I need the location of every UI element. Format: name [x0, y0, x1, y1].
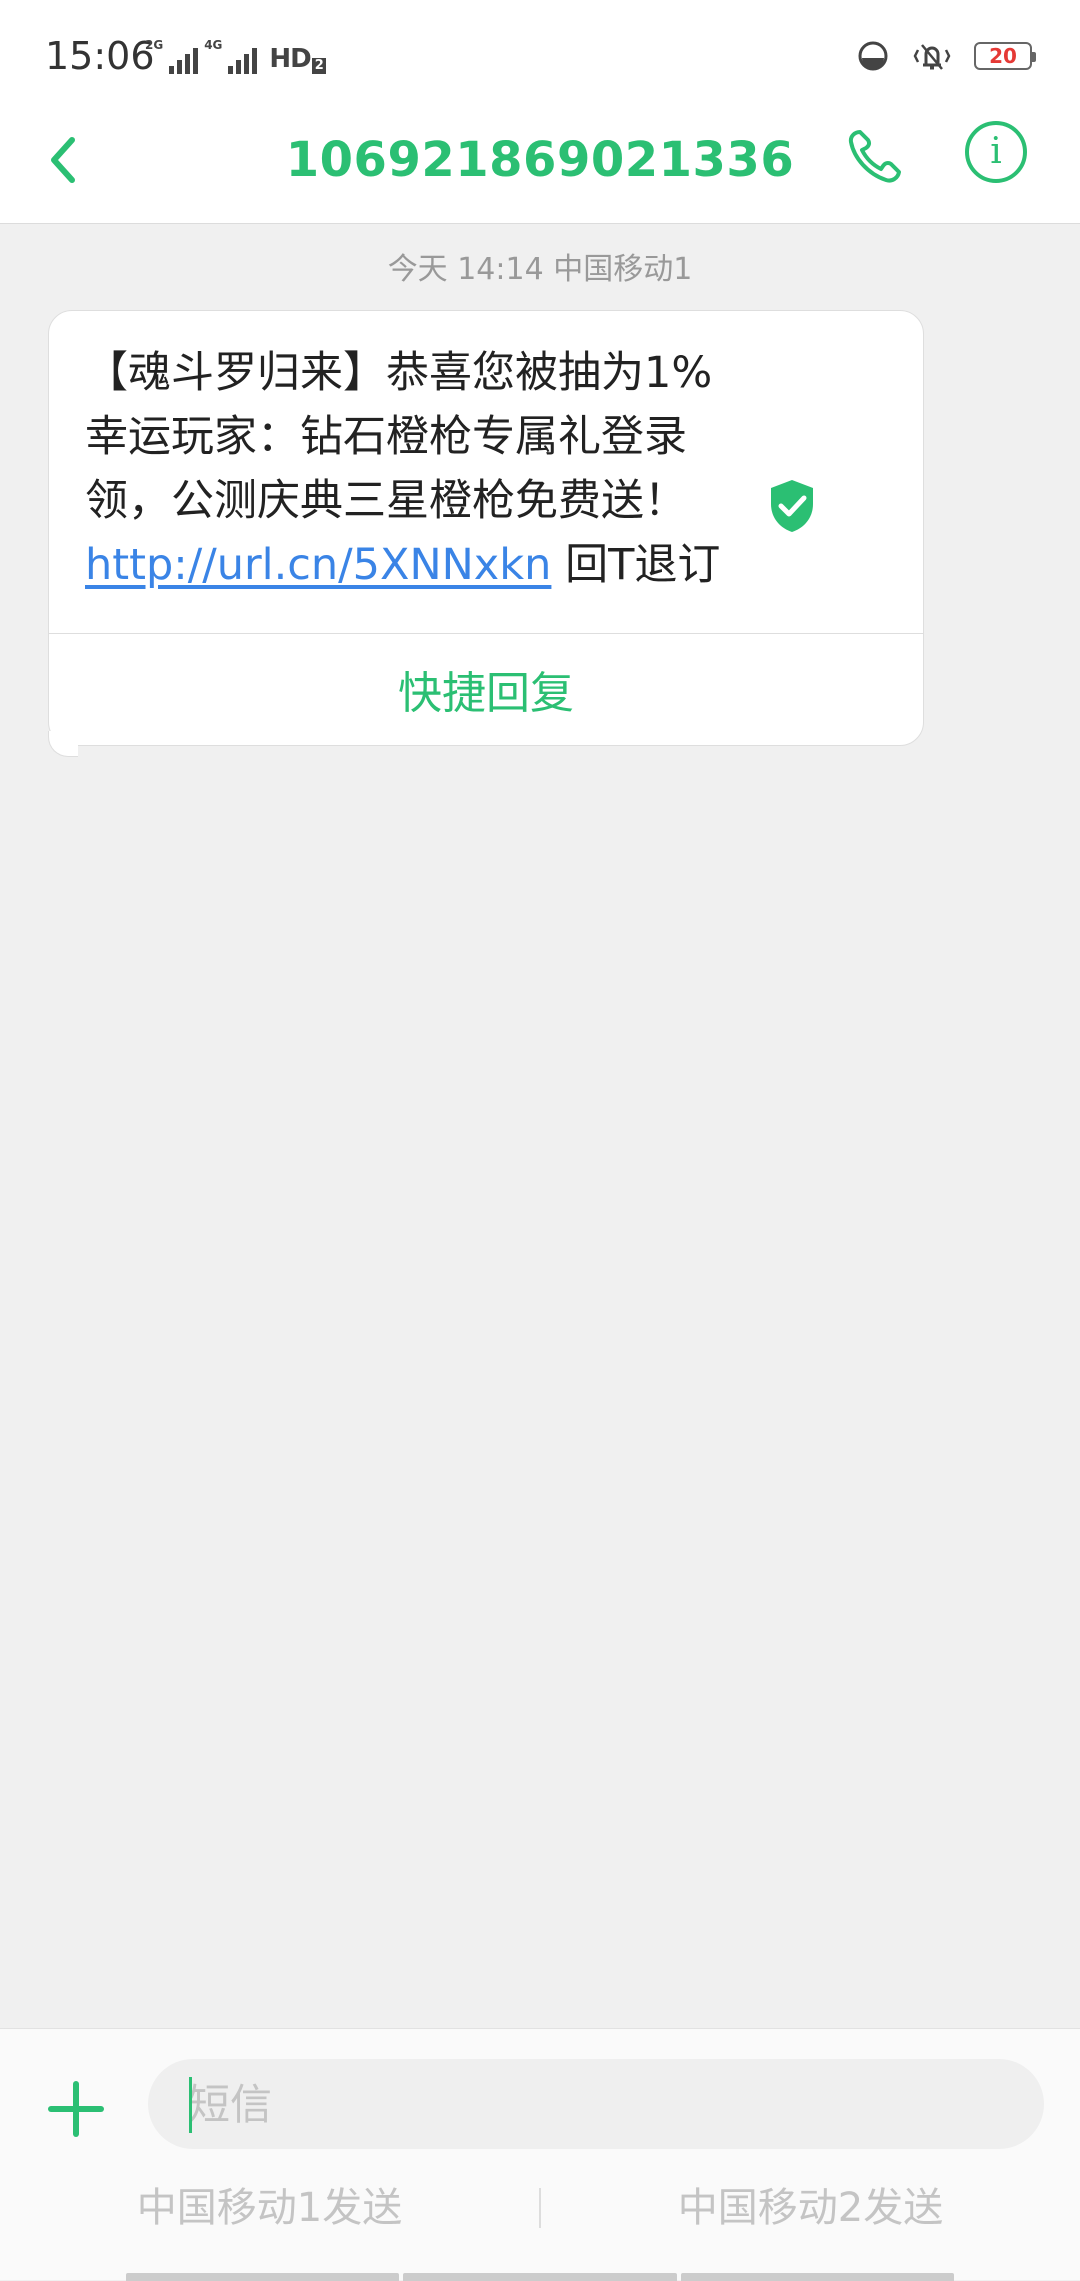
message-bubble[interactable]: 【魂斗罗归来】恭喜您被抽为1% 幸运玩家：钻石橙枪专属礼登录 领，公测庆典三星橙… — [48, 310, 924, 746]
info-glyph: i — [990, 131, 1002, 172]
status-right-icons: 20 — [856, 36, 1036, 76]
bubble-tail — [48, 731, 78, 757]
network-type-2: 4G — [204, 38, 223, 52]
text-cursor — [189, 2077, 192, 2133]
message-line: 领，公测庆典三星橙枪免费送！ — [85, 476, 687, 526]
signal-bars-2-icon — [228, 44, 258, 74]
message-line: 【魂斗罗归来】恭喜您被抽为1% — [85, 348, 713, 398]
hd-voice-badge: HD 2 — [269, 44, 326, 74]
network-indicators: 2G 4G HD 2 — [145, 38, 326, 74]
status-bar: 15:06 2G 4G HD 2 20 — [0, 0, 1080, 110]
message-timestamp: 今天 14:14 中国移动1 — [387, 252, 693, 287]
network-type-1: 2G — [145, 38, 164, 52]
battery-level: 20 — [989, 44, 1017, 68]
message-link-line: http://url.cn/5XNNxkn 回T退订 — [85, 533, 805, 597]
hd-label: HD — [269, 44, 311, 74]
contact-number[interactable]: 106921869021336 — [0, 124, 1080, 196]
composer: 中国移动1发送 中国移动2发送 — [0, 2028, 1080, 2281]
send-sim2-button[interactable]: 中国移动2发送 — [541, 2165, 1080, 2251]
conversation-header: 106921869021336 i — [0, 110, 1080, 224]
send-options: 中国移动1发送 中国移动2发送 — [0, 2165, 1080, 2251]
sms-input[interactable] — [148, 2059, 1044, 2149]
message-link[interactable]: http://url.cn/5XNNxkn — [85, 540, 551, 590]
unsubscribe-text: 回T退订 — [551, 540, 721, 590]
quick-reply-button[interactable]: 快捷回复 — [49, 634, 923, 744]
hd-sub-label: 2 — [311, 58, 326, 74]
status-time: 15:06 — [45, 34, 155, 78]
send-sim1-button[interactable]: 中国移动1发送 — [0, 2165, 539, 2251]
message-text: 【魂斗罗归来】恭喜您被抽为1% 幸运玩家：钻石橙枪专属礼登录 领，公测庆典三星橙… — [85, 341, 805, 597]
phone-icon[interactable] — [842, 124, 908, 190]
message-line: 幸运玩家：钻石橙枪专属礼登录 — [85, 412, 687, 462]
signal-bars-1-icon — [169, 44, 199, 74]
info-icon[interactable]: i — [965, 121, 1027, 183]
verified-shield-icon[interactable] — [767, 478, 817, 534]
conversation-area[interactable]: 今天 14:14 中国移动1 【魂斗罗归来】恭喜您被抽为1% 幸运玩家：钻石橙枪… — [0, 224, 1080, 2028]
add-attachment-button[interactable] — [44, 2077, 108, 2141]
battery-icon: 20 — [974, 42, 1036, 70]
data-saver-icon — [858, 41, 888, 71]
vibrate-icon — [913, 44, 951, 70]
